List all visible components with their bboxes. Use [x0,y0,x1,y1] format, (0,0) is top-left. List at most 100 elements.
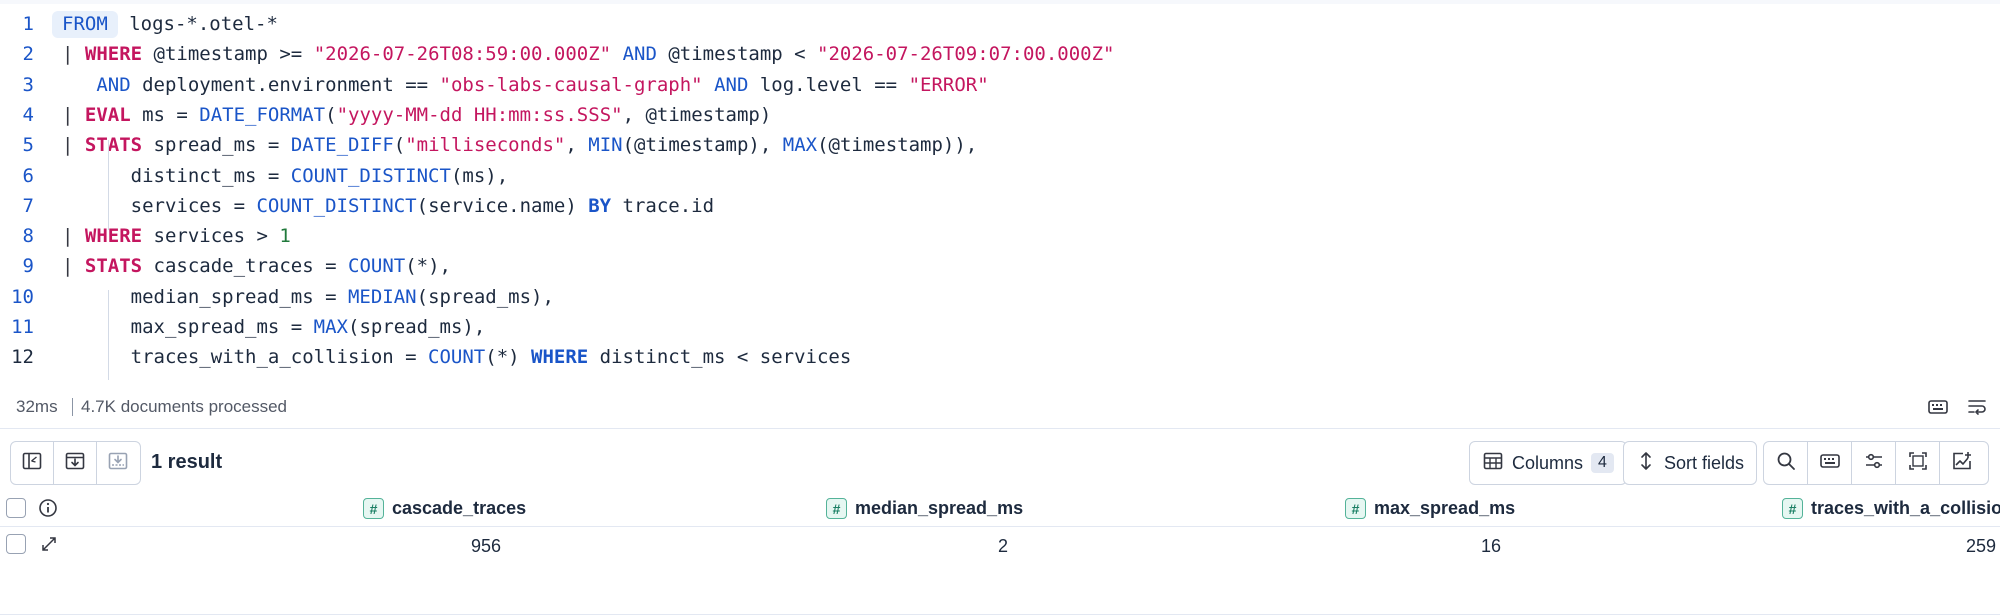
code-token: COUNT [348,255,406,278]
line-number: 2 [22,43,34,66]
code-token: "2026-07-26T09:07:00.000Z" [817,43,1115,66]
code-line[interactable]: 8 | WHERE services > 1 [0,221,2000,251]
code-text: median_spread_ms = MEDIAN(spread_ms), [62,286,554,308]
code-token: services = [62,194,257,217]
code-text: | WHERE @timestamp >= "2026-07-26T08:59:… [62,43,1114,65]
number-type-icon: # [1345,498,1366,519]
code-line[interactable]: 9 | STATS cascade_traces = COUNT(*), [0,251,2000,281]
code-line[interactable]: 2 | WHERE @timestamp >= "2026-07-26T08:59… [0,39,2000,69]
wrap-lines-icon[interactable] [1966,396,1988,418]
code-line[interactable]: 6 distinct_ms = COUNT_DISTINCT(ms), [0,161,2000,191]
code-text: distinct_ms = COUNT_DISTINCT(ms), [62,164,509,187]
sort-icon [1636,450,1656,477]
sort-fields-button[interactable]: Sort fields [1623,441,1758,485]
columns-button[interactable]: Columns 4 [1469,441,1627,485]
indent-guide [108,290,109,380]
code-token: AND [714,73,749,96]
code-text: traces_with_a_collision = COUNT(*) WHERE… [62,346,852,368]
code-token: deployment.environment == [130,73,440,96]
code-line[interactable]: 11 max_spread_ms = MAX(spread_ms), [0,312,2000,342]
code-token: "2026-07-26T08:59:00.000Z" [313,43,612,66]
line-number: 10 [11,285,34,308]
row-checkbox[interactable] [6,534,26,554]
search-icon [1775,450,1797,477]
fullscreen-button[interactable] [1896,442,1940,484]
column-header-traces-with-a-collision[interactable]: # traces_with_a_collision [1782,498,2000,519]
add-visualization-button[interactable] [1940,442,1984,484]
line-number: 9 [22,255,34,278]
search-button[interactable] [1764,442,1808,484]
code-token: distinct_ms = [62,164,291,187]
code-token: WHERE [84,225,143,248]
documents-processed: 4.7K documents processed [81,397,288,416]
code-line[interactable]: 7 services = COUNT_DISTINCT(service.name… [0,191,2000,221]
display-settings-button[interactable] [1852,442,1896,484]
columns-icon [1482,450,1504,477]
grid-header-row: # cascade_traces # median_spread_ms # ma… [0,492,2000,527]
select-all-checkbox[interactable] [6,498,26,518]
code-token: log.level == [748,73,909,96]
code-line[interactable]: 4 | EVAL ms = DATE_FORMAT("yyyy-MM-dd HH:… [0,100,2000,130]
expand-row-icon[interactable] [39,534,59,559]
column-header-cascade-traces[interactable]: # cascade_traces [363,498,526,519]
column-header-median-spread-ms[interactable]: # median_spread_ms [826,498,1023,519]
table-view-icon [21,450,43,477]
code-token: STATS [84,255,143,278]
results-toolbar: 1 result Columns 4 Sort fields [0,441,2000,485]
code-line[interactable]: 1 FROM logs-*.otel-* [0,9,2000,39]
query-editor[interactable]: 1 FROM logs-*.otel-* 2 | WHERE @timestamp >… [0,0,2000,380]
code-token: ( [393,134,406,157]
code-token: STATS [84,134,143,157]
line-number: 5 [22,134,34,157]
grid-bottom-border [0,614,2000,615]
table-row[interactable]: 956 2 16 259 [0,530,2000,562]
code-token: "ERROR" [908,73,989,96]
code-line[interactable]: 10 median_spread_ms = MEDIAN(spread_ms), [0,282,2000,312]
document-view-icon [64,450,86,477]
line-number: 1 [22,13,34,35]
line-number: 4 [22,103,34,126]
download-button[interactable] [97,442,140,484]
code-token: "milliseconds" [405,134,566,157]
code-token: WHERE [84,43,143,66]
column-header-max-spread-ms[interactable]: # max_spread_ms [1345,498,1515,519]
code-token: @timestamp < [656,43,818,66]
code-token: DATE_FORMAT [199,103,326,126]
number-type-icon: # [1782,498,1803,519]
indent-guide [108,140,109,230]
table-view-button[interactable] [11,442,54,484]
code-text: | STATS cascade_traces = COUNT(*), [62,255,451,277]
code-token: MEDIAN [347,285,417,308]
number-type-icon: # [363,498,384,519]
code-token: MAX [782,134,818,157]
code-token: AND [96,73,131,96]
code-line[interactable]: 3 AND deployment.environment == "obs-lab… [0,70,2000,100]
code-text: | EVAL ms = DATE_FORMAT("yyyy-MM-dd HH:m… [62,104,771,126]
result-count: 1 result [151,451,223,473]
code-token: ms = [130,103,200,126]
number-type-icon: # [826,498,847,519]
keyboard-shortcuts-icon [1819,450,1841,477]
add-visualization-icon [1951,450,1973,477]
info-icon[interactable] [38,498,58,523]
document-view-button[interactable] [54,442,97,484]
code-line[interactable]: 5 | STATS spread_ms = DATE_DIFF("millisec… [0,130,2000,160]
editor-top-border [0,0,2000,4]
code-token: | [62,225,85,248]
keyboard-icon[interactable] [1927,396,1949,418]
code-line[interactable]: 12 traces_with_a_collision = COUNT(*) WH… [0,342,2000,372]
download-icon [107,450,129,477]
keyboard-shortcuts-button[interactable] [1808,442,1852,484]
code-text: max_spread_ms = MAX(spread_ms), [62,316,486,338]
code-token: FROM [52,11,118,38]
line-number: 8 [22,225,34,248]
code-token: services > [142,225,280,248]
line-number: 7 [22,194,34,217]
code-token: ( [325,103,337,126]
code-token: spread_ms = [142,134,291,157]
query-duration: 32ms [16,397,58,416]
query-status-bar: 32ms 4.7K documents processed [0,392,2000,422]
status-separator [72,398,73,416]
code-token: "yyyy-MM-dd HH:mm:ss.SSS" [336,103,623,126]
